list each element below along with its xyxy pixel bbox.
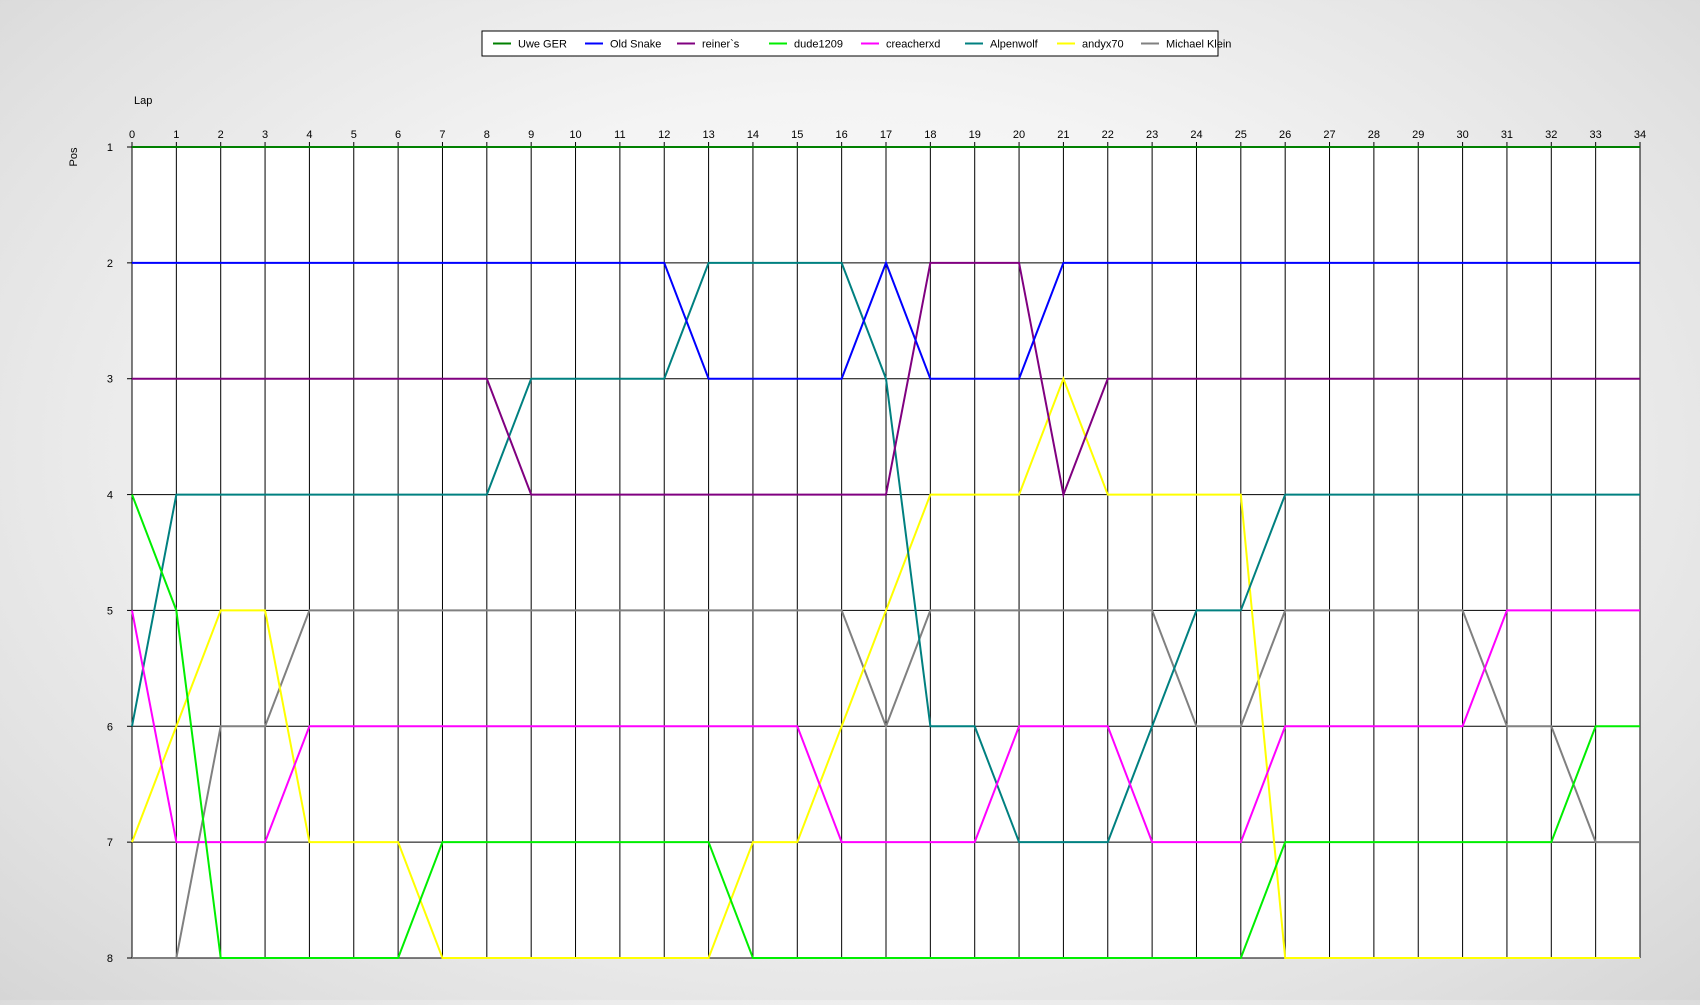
x-tick-label-20: 20 bbox=[1013, 129, 1025, 141]
x-tick-label-34: 34 bbox=[1634, 129, 1646, 141]
x-tick-label-27: 27 bbox=[1323, 129, 1335, 141]
y-tick-label-3: 3 bbox=[107, 374, 113, 386]
x-tick-label-2: 2 bbox=[218, 129, 224, 141]
x-tick-label-16: 16 bbox=[836, 129, 848, 141]
x-tick-label-30: 30 bbox=[1456, 129, 1468, 141]
x-tick-label-29: 29 bbox=[1412, 129, 1424, 141]
x-tick-label-19: 19 bbox=[969, 129, 981, 141]
y-tick-label-8: 8 bbox=[107, 953, 113, 965]
x-tick-label-22: 22 bbox=[1102, 129, 1114, 141]
legend-label-andyx70: andyx70 bbox=[1082, 39, 1124, 51]
x-tick-label-21: 21 bbox=[1057, 129, 1069, 141]
x-tick-label-32: 32 bbox=[1545, 129, 1557, 141]
legend-label-creacherxd: creacherxd bbox=[886, 39, 940, 51]
legend-label-old-snake: Old Snake bbox=[610, 39, 661, 51]
y-tick-label-4: 4 bbox=[107, 490, 113, 502]
legend-label-dude1209: dude1209 bbox=[794, 39, 843, 51]
race-position-chart: Uwe GER Old Snake reiner`s dude1209 creacher… bbox=[0, 0, 1700, 1000]
x-tick-labels: 0 1 2 3 4 5 6 7 8 9 10 11 12 13 14 15 16 17 18 19 20 21 22 23 24… bbox=[129, 129, 1646, 141]
legend-label-uwe-ger: Uwe GER bbox=[518, 39, 567, 51]
x-tick-label-6: 6 bbox=[395, 129, 401, 141]
x-tick-label-24: 24 bbox=[1190, 129, 1202, 141]
x-tick-label-31: 31 bbox=[1501, 129, 1513, 141]
x-tick-label-4: 4 bbox=[306, 129, 312, 141]
x-tick-label-0: 0 bbox=[129, 129, 135, 141]
x-tick-label-13: 13 bbox=[702, 129, 714, 141]
y-axis-label: Pos bbox=[68, 147, 80, 166]
x-tick-label-9: 9 bbox=[528, 129, 534, 141]
x-tick-label-7: 7 bbox=[439, 129, 445, 141]
legend-label-alpenwolf: Alpenwolf bbox=[990, 39, 1039, 51]
y-tick-label-2: 2 bbox=[107, 258, 113, 270]
x-tick-label-3: 3 bbox=[262, 129, 268, 141]
legend: Uwe GER Old Snake reiner`s dude1209 creacher… bbox=[481, 30, 1231, 57]
x-tick-label-11: 11 bbox=[614, 129, 625, 141]
y-tick-label-6: 6 bbox=[107, 721, 113, 733]
x-tick-label-28: 28 bbox=[1368, 129, 1380, 141]
y-tick-labels: 1 2 3 4 5 6 7 8 bbox=[107, 142, 113, 965]
y-tick-label-1: 1 bbox=[107, 142, 113, 154]
x-tick-label-26: 26 bbox=[1279, 129, 1291, 141]
x-tick-label-23: 23 bbox=[1146, 129, 1158, 141]
position-chart-svg: Uwe GER Old Snake reiner`s dude1209 creacher… bbox=[68, 30, 1646, 965]
y-tick-label-7: 7 bbox=[107, 837, 113, 849]
x-tick-label-17: 17 bbox=[880, 129, 892, 141]
legend-label-reiner-s: reiner`s bbox=[702, 39, 740, 51]
x-tick-label-5: 5 bbox=[351, 129, 357, 141]
x-axis-label: Lap bbox=[134, 95, 152, 107]
y-tick-label-5: 5 bbox=[107, 605, 113, 617]
x-tick-label-33: 33 bbox=[1590, 129, 1602, 141]
x-tick-label-25: 25 bbox=[1235, 129, 1247, 141]
x-tick-label-1: 1 bbox=[173, 129, 179, 141]
x-tick-label-18: 18 bbox=[924, 129, 936, 141]
x-tick-label-14: 14 bbox=[747, 129, 759, 141]
x-tick-label-15: 15 bbox=[791, 129, 803, 141]
legend-label-michael-klein: Michael Klein bbox=[1166, 39, 1231, 51]
x-tick-label-12: 12 bbox=[658, 129, 670, 141]
x-tick-label-10: 10 bbox=[569, 129, 581, 141]
x-tick-label-8: 8 bbox=[484, 129, 490, 141]
